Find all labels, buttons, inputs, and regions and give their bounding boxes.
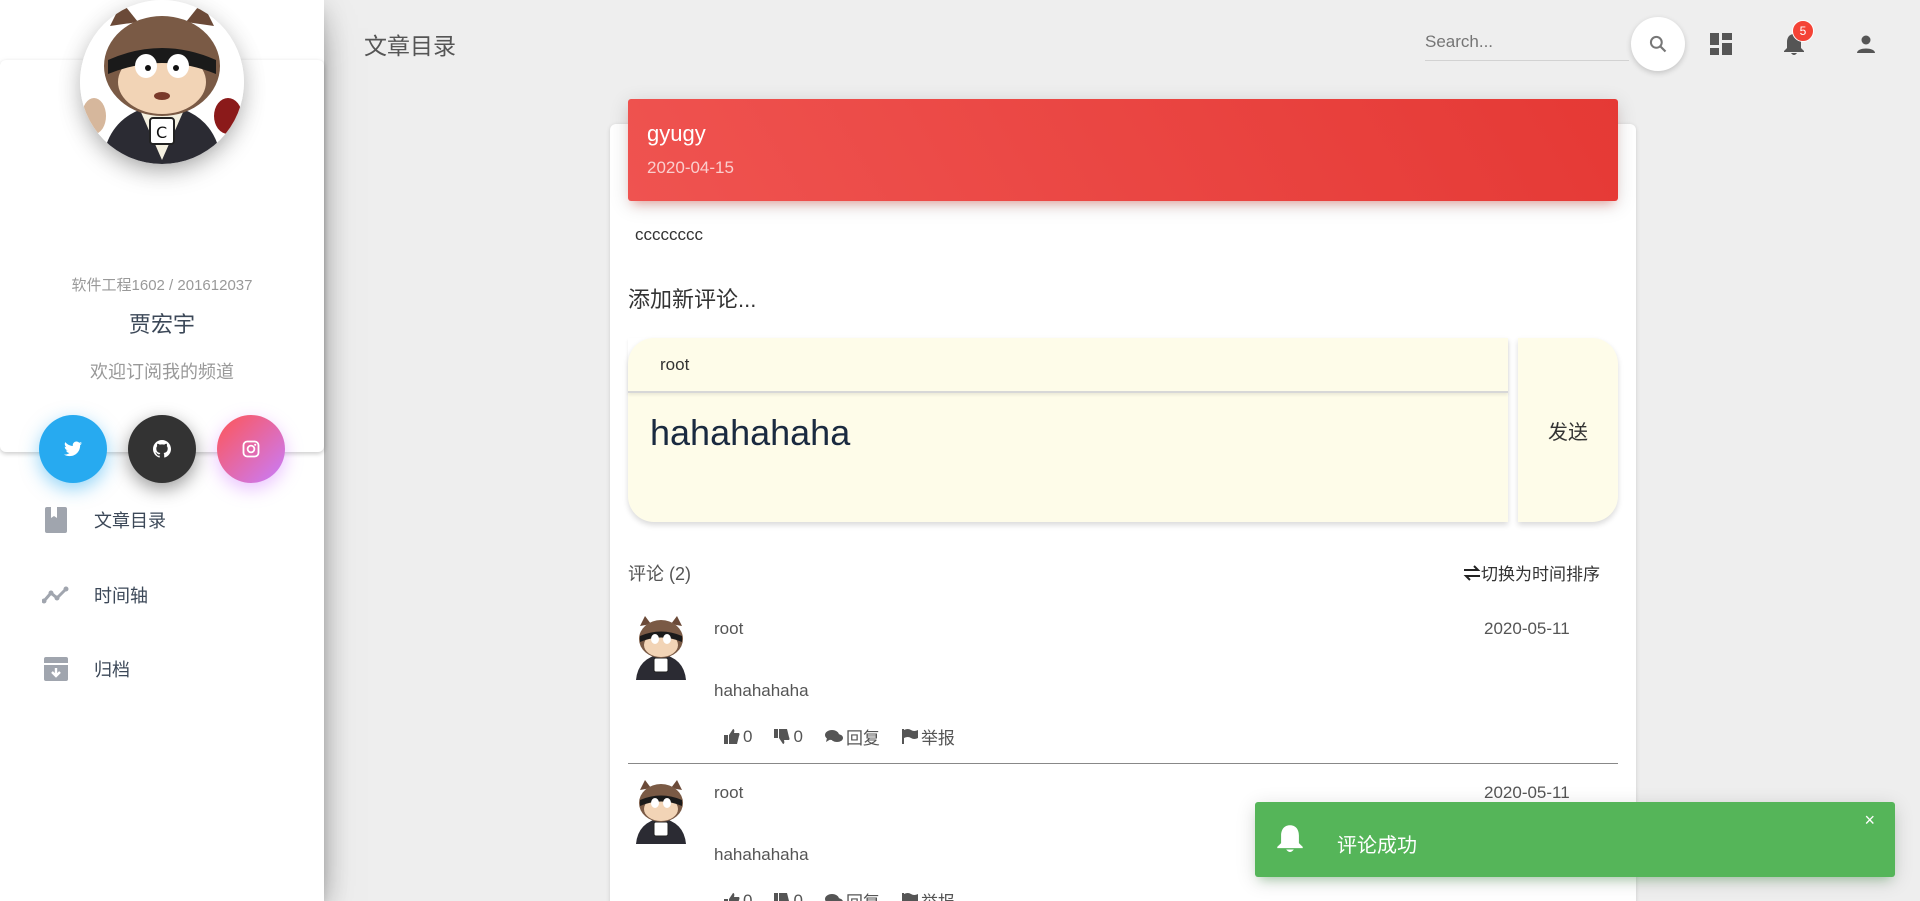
dislike-button[interactable]: 0 bbox=[774, 888, 803, 901]
thumbs-down-icon bbox=[774, 729, 790, 744]
book-icon bbox=[40, 504, 72, 536]
instagram-button[interactable] bbox=[217, 415, 285, 483]
post-header: gyugy 2020-04-15 bbox=[628, 99, 1618, 201]
search-input[interactable] bbox=[1425, 25, 1629, 59]
dislike-button[interactable]: 0 bbox=[774, 724, 803, 749]
comment-username: root bbox=[714, 619, 744, 638]
dashboard-button[interactable] bbox=[1701, 24, 1741, 64]
nav-item-articles[interactable]: 文章目录 bbox=[40, 500, 300, 540]
comment-date: 2020-05-11 bbox=[1484, 619, 1570, 638]
github-button[interactable] bbox=[128, 415, 196, 483]
comments-icon bbox=[824, 894, 843, 901]
avatar-illustration: C bbox=[80, 0, 244, 164]
page-title: 文章目录 bbox=[364, 33, 456, 59]
nav-item-label: 时间轴 bbox=[94, 586, 148, 606]
comment-compose-box: root hahahahaha bbox=[628, 338, 1508, 522]
comment-actions: 0 0 回复 举报 bbox=[724, 724, 955, 749]
search-field bbox=[1425, 25, 1629, 61]
comments-icon bbox=[824, 730, 843, 742]
nav-item-timeline[interactable]: 时间轴 bbox=[40, 575, 300, 615]
report-label: 举报 bbox=[920, 729, 955, 748]
person-icon bbox=[1857, 35, 1875, 53]
thumbs-up-icon bbox=[724, 893, 740, 901]
like-count: 0 bbox=[743, 726, 753, 746]
report-button[interactable]: 举报 bbox=[901, 888, 955, 901]
nav-item-label: 文章目录 bbox=[94, 511, 166, 531]
sort-toggle-label: 切换为时间排序 bbox=[1481, 565, 1600, 584]
reply-label: 回复 bbox=[845, 729, 880, 748]
comment-item: root 2020-05-11 hahahahaha 0 0 回复 举报 bbox=[628, 612, 1618, 764]
comment-text: hahahahaha bbox=[714, 845, 809, 864]
like-button[interactable]: 0 bbox=[724, 888, 752, 901]
profile-description: 欢迎订阅我的频道 bbox=[90, 362, 234, 382]
github-icon bbox=[153, 440, 171, 458]
search-icon bbox=[1649, 35, 1667, 53]
post-body: cccccccc bbox=[635, 225, 703, 244]
flag-icon bbox=[901, 893, 918, 901]
report-button[interactable]: 举报 bbox=[901, 724, 955, 749]
post-date: 2020-04-15 bbox=[647, 158, 734, 177]
like-count: 0 bbox=[743, 890, 753, 901]
swap-icon bbox=[1463, 564, 1481, 581]
close-icon[interactable]: × bbox=[1864, 810, 1875, 831]
thumbs-down-icon bbox=[774, 893, 790, 901]
like-button[interactable]: 0 bbox=[724, 724, 752, 749]
timeline-icon bbox=[40, 579, 72, 611]
twitter-button[interactable] bbox=[39, 415, 107, 483]
reply-button[interactable]: 回复 bbox=[824, 724, 880, 749]
twitter-icon bbox=[64, 441, 82, 457]
sidebar: 软件工程1602 / 201612037 贾宏宇 欢迎订阅我的频道 C 文章目录… bbox=[0, 0, 324, 901]
dashboard-icon bbox=[1710, 33, 1732, 55]
profile-avatar: C bbox=[80, 0, 244, 164]
add-comment-heading: 添加新评论... bbox=[628, 287, 757, 312]
bell-icon bbox=[1276, 822, 1304, 859]
reply-button[interactable]: 回复 bbox=[824, 888, 880, 901]
comment-actions: 0 0 回复 举报 bbox=[724, 888, 955, 901]
notification-count-badge: 5 bbox=[1792, 20, 1814, 42]
reply-label: 回复 bbox=[846, 888, 880, 901]
nav-item-label: 归档 bbox=[94, 660, 130, 680]
send-button[interactable]: 发送 bbox=[1518, 338, 1618, 522]
svg-text:C: C bbox=[156, 123, 167, 142]
comment-avatar bbox=[630, 614, 692, 680]
profile-name: 贾宏宇 bbox=[128, 312, 195, 337]
comment-username: root bbox=[714, 783, 744, 802]
dislike-count: 0 bbox=[793, 890, 803, 901]
comment-avatar bbox=[630, 778, 692, 844]
archive-icon bbox=[40, 653, 72, 685]
comment-text: hahahahaha bbox=[714, 681, 809, 700]
success-toast: 评论成功 × bbox=[1255, 802, 1895, 877]
search-button[interactable] bbox=[1631, 17, 1685, 71]
comment-textarea[interactable]: hahahahaha bbox=[650, 412, 850, 454]
sort-toggle-button[interactable]: 切换为时间排序 bbox=[1463, 560, 1600, 585]
profile-meta: 软件工程1602 / 201612037 bbox=[71, 277, 253, 294]
nav-item-archive[interactable]: 归档 bbox=[40, 649, 300, 689]
instagram-icon bbox=[242, 440, 260, 458]
compose-username: root bbox=[628, 338, 1508, 393]
thumbs-up-icon bbox=[724, 729, 740, 744]
report-label: 举报 bbox=[921, 888, 955, 901]
comments-count: 评论 (2) bbox=[628, 564, 691, 584]
post-title: gyugy bbox=[647, 121, 706, 146]
toast-message: 评论成功 bbox=[1337, 835, 1417, 857]
comment-date: 2020-05-11 bbox=[1484, 783, 1570, 802]
flag-icon bbox=[901, 729, 918, 744]
profile-button[interactable] bbox=[1846, 24, 1886, 64]
dislike-count: 0 bbox=[793, 726, 803, 746]
